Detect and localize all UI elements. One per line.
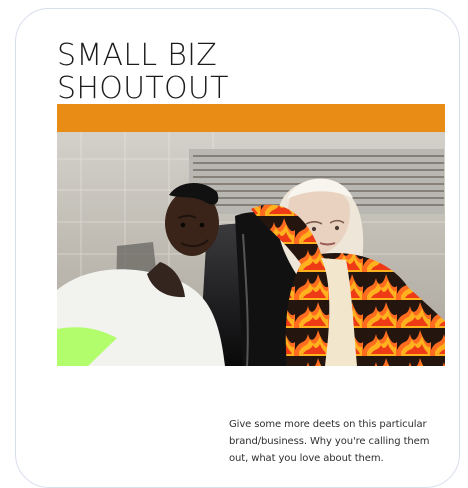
title-line-1: SMALL BIZ xyxy=(57,38,218,73)
photo-illustration xyxy=(57,104,445,366)
social-post-card: SMALL BIZ SHOUTOUT Give some more deets … xyxy=(15,8,460,488)
featured-photo xyxy=(57,104,445,366)
title-line-2: SHOUTOUT xyxy=(57,71,229,106)
post-title: SMALL BIZ SHOUTOUT xyxy=(57,39,229,105)
post-description: Give some more deets on this particular … xyxy=(229,419,430,464)
orange-wall-band xyxy=(57,104,445,132)
